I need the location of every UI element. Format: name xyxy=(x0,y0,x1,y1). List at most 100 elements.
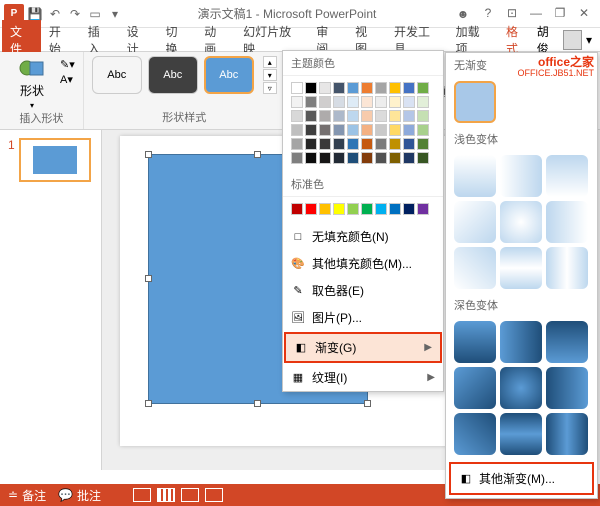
color-swatch[interactable] xyxy=(347,82,359,94)
color-swatch[interactable] xyxy=(319,110,331,122)
more-gradients-item[interactable]: ◧ 其他渐变(M)... xyxy=(449,462,594,495)
gradient-swatch[interactable] xyxy=(454,413,496,455)
color-swatch[interactable] xyxy=(319,96,331,108)
color-swatch[interactable] xyxy=(375,138,387,150)
color-swatch[interactable] xyxy=(333,152,345,164)
color-swatch[interactable] xyxy=(375,110,387,122)
color-swatch[interactable] xyxy=(403,82,415,94)
gradient-swatch[interactable] xyxy=(454,367,496,409)
resize-handle-nw[interactable] xyxy=(145,151,152,158)
color-swatch[interactable] xyxy=(291,124,303,136)
notes-button[interactable]: ≐ 备注 xyxy=(8,487,46,504)
color-swatch[interactable] xyxy=(417,82,429,94)
gradient-swatch[interactable] xyxy=(546,201,588,243)
normal-view-icon[interactable] xyxy=(133,488,151,502)
color-swatch[interactable] xyxy=(291,152,303,164)
color-swatch[interactable] xyxy=(417,138,429,150)
color-swatch[interactable] xyxy=(291,82,303,94)
color-swatch[interactable] xyxy=(389,82,401,94)
help-icon[interactable]: ? xyxy=(480,5,496,21)
eyedropper-item[interactable]: ✎ 取色器(E) xyxy=(283,277,443,304)
color-swatch[interactable] xyxy=(305,203,317,215)
color-swatch[interactable] xyxy=(361,203,373,215)
close-icon[interactable]: ✕ xyxy=(576,5,592,21)
gradient-swatch[interactable] xyxy=(454,321,496,363)
style-preset-3[interactable]: Abc xyxy=(204,56,254,94)
color-swatch[interactable] xyxy=(361,110,373,122)
color-swatch[interactable] xyxy=(417,110,429,122)
color-swatch[interactable] xyxy=(333,110,345,122)
slide-thumbnail[interactable]: 1 xyxy=(8,138,93,182)
color-swatch[interactable] xyxy=(305,138,317,150)
color-swatch[interactable] xyxy=(361,96,373,108)
gallery-up-icon[interactable]: ▴ xyxy=(263,56,277,68)
color-swatch[interactable] xyxy=(375,124,387,136)
color-swatch[interactable] xyxy=(347,110,359,122)
shape-insert-button[interactable]: 形状 ▾ xyxy=(8,56,56,110)
minimize-icon[interactable]: — xyxy=(528,5,544,21)
color-swatch[interactable] xyxy=(305,96,317,108)
color-swatch[interactable] xyxy=(389,96,401,108)
color-swatch[interactable] xyxy=(291,110,303,122)
restore-icon[interactable]: ❐ xyxy=(552,5,568,21)
color-swatch[interactable] xyxy=(347,124,359,136)
gradient-swatch[interactable] xyxy=(546,367,588,409)
color-swatch[interactable] xyxy=(389,152,401,164)
color-swatch[interactable] xyxy=(417,203,429,215)
color-swatch[interactable] xyxy=(305,110,317,122)
gallery-down-icon[interactable]: ▾ xyxy=(263,69,277,81)
color-swatch[interactable] xyxy=(333,124,345,136)
color-swatch[interactable] xyxy=(403,138,415,150)
gallery-more-icon[interactable]: ▿ xyxy=(263,82,277,94)
color-swatch[interactable] xyxy=(375,152,387,164)
color-swatch[interactable] xyxy=(375,203,387,215)
avatar[interactable] xyxy=(563,30,582,50)
color-swatch[interactable] xyxy=(291,138,303,150)
color-swatch[interactable] xyxy=(291,203,303,215)
gradient-swatch[interactable] xyxy=(454,247,496,289)
gradient-swatch[interactable] xyxy=(546,321,588,363)
style-preset-1[interactable]: Abc xyxy=(92,56,142,94)
color-swatch[interactable] xyxy=(305,82,317,94)
color-swatch[interactable] xyxy=(403,110,415,122)
gradient-item[interactable]: ◧ 渐变(G) ▶ xyxy=(284,332,442,363)
color-swatch[interactable] xyxy=(361,152,373,164)
color-swatch[interactable] xyxy=(389,138,401,150)
texture-item[interactable]: ▦ 纹理(I) ▶ xyxy=(283,364,443,391)
color-swatch[interactable] xyxy=(417,152,429,164)
resize-handle-w[interactable] xyxy=(145,275,152,282)
color-swatch[interactable] xyxy=(291,96,303,108)
comments-button[interactable]: 💬 批注 xyxy=(58,487,101,504)
resize-handle-s[interactable] xyxy=(254,400,261,407)
resize-handle-se[interactable] xyxy=(364,400,371,407)
color-swatch[interactable] xyxy=(347,96,359,108)
color-swatch[interactable] xyxy=(319,138,331,150)
gradient-swatch[interactable] xyxy=(500,321,542,363)
color-swatch[interactable] xyxy=(389,124,401,136)
gradient-swatch[interactable] xyxy=(500,413,542,455)
color-swatch[interactable] xyxy=(305,152,317,164)
gradient-swatch[interactable] xyxy=(500,155,542,197)
user-dropdown-icon[interactable]: ▾ xyxy=(586,33,592,47)
color-swatch[interactable] xyxy=(403,203,415,215)
textbox-icon[interactable]: A▾ xyxy=(60,73,75,86)
color-swatch[interactable] xyxy=(361,82,373,94)
color-swatch[interactable] xyxy=(305,124,317,136)
gradient-swatch[interactable] xyxy=(500,247,542,289)
color-swatch[interactable] xyxy=(403,152,415,164)
color-swatch[interactable] xyxy=(319,152,331,164)
gradient-swatch[interactable] xyxy=(546,247,588,289)
gradient-swatch[interactable] xyxy=(500,201,542,243)
color-swatch[interactable] xyxy=(403,96,415,108)
resize-handle-sw[interactable] xyxy=(145,400,152,407)
gradient-swatch[interactable] xyxy=(454,155,496,197)
resize-handle-n[interactable] xyxy=(254,151,261,158)
color-swatch[interactable] xyxy=(347,152,359,164)
no-fill-item[interactable]: □ 无填充颜色(N) xyxy=(283,223,443,250)
color-swatch[interactable] xyxy=(347,138,359,150)
color-swatch[interactable] xyxy=(389,110,401,122)
style-preset-2[interactable]: Abc xyxy=(148,56,198,94)
reading-view-icon[interactable] xyxy=(181,488,199,502)
color-swatch[interactable] xyxy=(347,203,359,215)
color-swatch[interactable] xyxy=(417,96,429,108)
